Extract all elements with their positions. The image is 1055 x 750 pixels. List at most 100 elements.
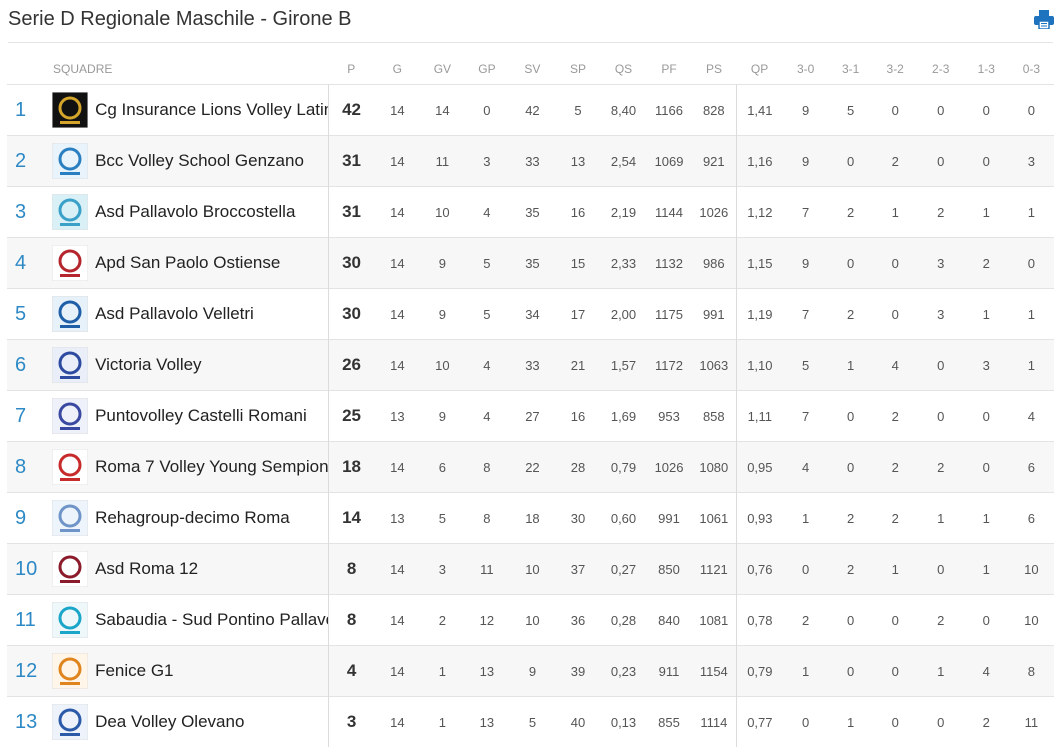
team-name[interactable]: Dea Volley Olevano (95, 696, 329, 747)
team-logo-cell (45, 441, 96, 493)
team-name[interactable]: Victoria Volley (95, 339, 329, 391)
table-row[interactable]: 2 Bcc Volley School Genzano 31 14 11 3 33 13 2,5… (7, 135, 1054, 187)
col-header-gp[interactable]: GP (464, 54, 509, 85)
result-3-1-cell: 1 (828, 696, 873, 747)
points-against-cell: 1080 (691, 441, 738, 493)
col-header-pf[interactable]: PF (647, 54, 692, 85)
points-cell: 42 (328, 84, 375, 136)
sets-won-cell: 35 (509, 186, 556, 238)
won-cell: 2 (420, 594, 465, 646)
print-icon[interactable] (1034, 10, 1054, 29)
team-name[interactable]: Roma 7 Volley Young Sempione (95, 441, 329, 493)
points-cell: 31 (328, 186, 375, 238)
rank-cell: 2 (7, 135, 46, 187)
won-cell: 14 (420, 84, 465, 136)
result-3-0-cell: 2 (782, 594, 829, 646)
table-row[interactable]: 4 Apd San Paolo Ostiense 30 14 9 5 35 15 2,33 113… (7, 237, 1054, 289)
played-cell: 14 (374, 237, 421, 289)
col-header-qp[interactable]: QP (737, 54, 783, 85)
points-for-cell: 1175 (646, 288, 692, 340)
table-row[interactable]: 13 Dea Volley Olevano 3 14 1 13 5 40 0,13 855 1114… (7, 696, 1054, 747)
set-ratio-cell: 1,57 (600, 339, 647, 391)
col-header-2-3[interactable]: 2-3 (918, 54, 964, 85)
col-header-qs[interactable]: QS (600, 54, 646, 85)
won-cell: 10 (420, 186, 465, 238)
team-name[interactable]: Puntovolley Castelli Romani (95, 390, 329, 442)
lost-cell: 13 (464, 645, 510, 697)
result-1-3-cell: 0 (963, 594, 1009, 646)
col-header-0-3[interactable]: 0-3 (1009, 54, 1054, 85)
col-header-gv[interactable]: GV (420, 54, 464, 85)
table-row[interactable]: 6 Victoria Volley 26 14 10 4 33 21 1,57 1172 1063 1… (7, 339, 1054, 391)
rank-cell: 12 (7, 645, 46, 697)
col-header-3-0[interactable]: 3-0 (783, 54, 829, 85)
puntovolley-logo (52, 398, 89, 434)
points-against-cell: 1154 (691, 645, 738, 697)
table-row[interactable]: 8 Roma 7 Volley Young Sempione 18 14 6 8 22 28 0… (7, 441, 1054, 493)
result-0-3-cell: 10 (1008, 594, 1054, 646)
col-header-sp[interactable]: SP (555, 54, 600, 85)
col-header-ps[interactable]: PS (692, 54, 737, 85)
points-cell: 26 (328, 339, 375, 391)
sets-lost-cell: 13 (555, 135, 601, 187)
team-logo-cell (45, 492, 96, 544)
table-row[interactable]: 3 Asd Pallavolo Broccostella 31 14 10 4 35 16 2,… (7, 186, 1054, 238)
sets-won-cell: 35 (509, 237, 556, 289)
team-name[interactable]: Rehagroup-decimo Roma (95, 492, 329, 544)
sets-won-cell: 5 (509, 696, 556, 747)
sets-lost-cell: 40 (555, 696, 601, 747)
points-for-cell: 1166 (646, 84, 692, 136)
points-cell: 25 (328, 390, 375, 442)
col-header-1-3[interactable]: 1-3 (964, 54, 1009, 85)
points-against-cell: 1063 (691, 339, 738, 391)
team-logo-cell (45, 237, 96, 289)
col-header-sv[interactable]: SV (509, 54, 555, 85)
table-row[interactable]: 11 Sabaudia - Sud Pontino Pallavolo 8 14 2 12… (7, 594, 1054, 646)
rank-cell: 1 (7, 84, 46, 136)
col-header-squadre[interactable]: SQUADRE (45, 54, 328, 85)
col-header-p[interactable]: P (328, 54, 374, 85)
lost-cell: 4 (464, 339, 510, 391)
played-cell: 14 (374, 441, 421, 493)
points-ratio-cell: 0,79 (736, 645, 783, 697)
played-cell: 14 (374, 594, 421, 646)
won-cell: 3 (420, 543, 465, 595)
rank-cell: 5 (7, 288, 46, 340)
team-name[interactable]: Sabaudia - Sud Pontino Pallavolo (95, 594, 329, 646)
team-name[interactable]: Bcc Volley School Genzano (95, 135, 329, 187)
table-row[interactable]: 9 Rehagroup-decimo Roma 14 13 5 8 18 30 0,60 991 1… (7, 492, 1054, 544)
sets-lost-cell: 36 (555, 594, 601, 646)
team-name[interactable]: Fenice G1 (95, 645, 329, 697)
table-row[interactable]: 10 Asd Roma 12 8 14 3 11 10 37 0,27 850 1121 0,76 0 2… (7, 543, 1054, 595)
col-header-3-1[interactable]: 3-1 (829, 54, 873, 85)
result-3-0-cell: 9 (782, 84, 829, 136)
set-ratio-cell: 0,79 (600, 441, 647, 493)
set-ratio-cell: 1,69 (600, 390, 647, 442)
played-cell: 13 (374, 390, 421, 442)
team-name[interactable]: Asd Roma 12 (95, 543, 329, 595)
table-row[interactable]: 5 Asd Pallavolo Velletri 30 14 9 5 34 17 2,00 117… (7, 288, 1054, 340)
col-header-3-2[interactable]: 3-2 (873, 54, 918, 85)
points-ratio-cell: 1,16 (736, 135, 783, 187)
team-name[interactable]: Asd Pallavolo Broccostella (95, 186, 329, 238)
table-row[interactable]: 12 Fenice G1 4 14 1 13 9 39 0,23 911 1154 0,79 1 0 0 1 4… (7, 645, 1054, 697)
result-3-2-cell: 1 (872, 543, 918, 595)
points-for-cell: 1026 (646, 441, 692, 493)
rank-cell: 9 (7, 492, 46, 544)
team-name[interactable]: Cg Insurance Lions Volley Latina (95, 84, 329, 136)
result-0-3-cell: 1 (1008, 288, 1054, 340)
points-cell: 30 (328, 237, 375, 289)
team-logo-cell (45, 288, 96, 340)
table-row[interactable]: 7 Puntovolley Castelli Romani 25 13 9 4 27 16 1,… (7, 390, 1054, 442)
col-header-g[interactable]: G (374, 54, 420, 85)
points-ratio-cell: 1,15 (736, 237, 783, 289)
result-1-3-cell: 0 (963, 441, 1009, 493)
team-name[interactable]: Apd San Paolo Ostiense (95, 237, 329, 289)
result-3-0-cell: 5 (782, 339, 829, 391)
sets-won-cell: 33 (509, 339, 556, 391)
result-0-3-cell: 11 (1008, 696, 1054, 747)
team-name[interactable]: Asd Pallavolo Velletri (95, 288, 329, 340)
result-2-3-cell: 2 (917, 441, 964, 493)
table-row[interactable]: 1 Cg Insurance Lions Volley Latina 42 14 14 0… (7, 84, 1054, 136)
sets-won-cell: 34 (509, 288, 556, 340)
